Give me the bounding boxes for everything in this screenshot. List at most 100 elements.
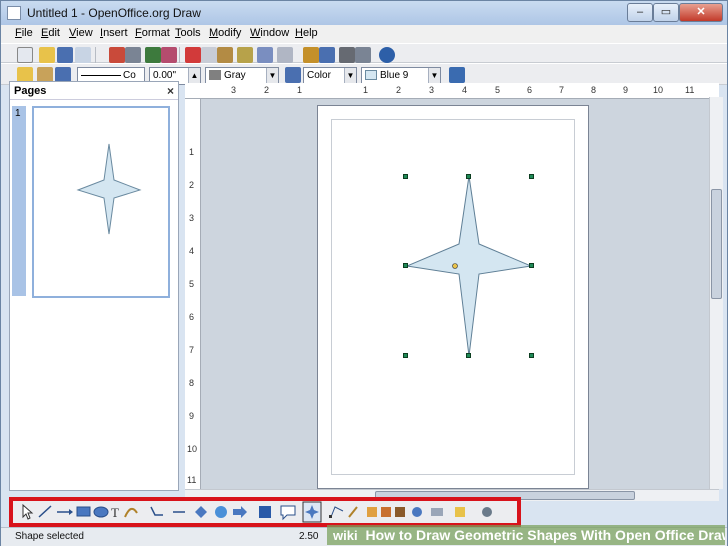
open-icon[interactable]	[39, 47, 55, 63]
area-icon[interactable]	[285, 67, 301, 83]
page-number: 1	[12, 106, 26, 296]
standard-toolbar	[1, 43, 727, 63]
drawing-workspace[interactable]: 3 2 1 1 2 3 4 5 6 7 8 9 10 11 1 2 3 4 5 …	[185, 83, 719, 489]
selection-handle[interactable]	[529, 263, 534, 268]
chart-icon[interactable]	[303, 47, 319, 63]
print-icon[interactable]	[125, 47, 141, 63]
scroll-thumb[interactable]	[711, 189, 722, 299]
pages-panel-header: Pages ×	[10, 82, 178, 100]
chevron-down-icon[interactable]: ▼	[428, 68, 440, 84]
block-arrows-icon	[233, 506, 247, 518]
menu-insert[interactable]: Insert	[100, 27, 128, 39]
menu-format[interactable]: Format	[135, 27, 170, 39]
text-icon: T	[111, 505, 119, 520]
copy-icon[interactable]	[201, 47, 217, 63]
connector-icon	[150, 506, 163, 516]
export-pdf-icon[interactable]	[109, 47, 125, 63]
menu-view[interactable]: View	[69, 27, 93, 39]
document-icon[interactable]	[75, 47, 91, 63]
cut-icon[interactable]	[185, 47, 201, 63]
selection-handle[interactable]	[403, 174, 408, 179]
ruler-tick: 5	[495, 85, 501, 95]
basic-shapes-icon	[195, 506, 207, 518]
blue-swatch	[365, 70, 377, 81]
ruler-tick: 6	[189, 312, 195, 322]
chevron-down-icon[interactable]: ▼	[266, 68, 278, 84]
pages-panel: Pages × 1	[9, 81, 179, 491]
close-button[interactable]: ✕	[679, 3, 723, 22]
help-icon[interactable]	[379, 47, 395, 63]
selection-handle[interactable]	[403, 353, 408, 358]
save-icon[interactable]	[57, 47, 73, 63]
chevron-down-icon[interactable]: ▼	[344, 68, 356, 84]
clone-formatting-icon[interactable]	[237, 47, 253, 63]
spinner-icon[interactable]: ▲	[188, 68, 200, 84]
separator	[95, 47, 96, 63]
gallery-icon	[395, 507, 405, 517]
paste-icon[interactable]	[217, 47, 233, 63]
zoom-icon[interactable]	[355, 47, 371, 63]
area-color-value: Blue 9	[380, 70, 409, 81]
page-thumbnail[interactable]	[32, 106, 170, 298]
gallery-icon[interactable]	[339, 47, 355, 63]
app-icon	[7, 6, 21, 20]
flowcharts-icon	[259, 506, 271, 518]
navigator-icon[interactable]	[319, 47, 335, 63]
ruler-tick: 1	[363, 85, 369, 95]
autospell-icon[interactable]	[161, 47, 177, 63]
vertical-ruler: 1 2 3 4 5 6 7 8 9 10 11	[185, 99, 201, 489]
spellcheck-icon[interactable]	[145, 47, 161, 63]
undo-icon[interactable]	[257, 47, 273, 63]
ruler-tick: 2	[264, 85, 270, 95]
ruler-tick: 3	[231, 85, 237, 95]
drawing-page[interactable]	[317, 105, 589, 489]
ruler-tick: 10	[653, 85, 664, 95]
app-window: Untitled 1 - OpenOffice.org Draw – ▭ ✕ F…	[0, 0, 728, 546]
title-bar: Untitled 1 - OpenOffice.org Draw – ▭ ✕	[1, 1, 727, 25]
ellipse-icon	[93, 506, 109, 518]
menu-edit[interactable]: Edit	[41, 27, 60, 39]
coordinate-readout: 2.50	[299, 531, 319, 542]
line-color-value: Gray	[224, 70, 246, 81]
menu-modify[interactable]: Modify	[209, 27, 241, 39]
rotate-icon	[412, 507, 422, 517]
selection-handle[interactable]	[466, 174, 471, 179]
watermark-text: How to Draw Geometric Shapes With Open O…	[365, 527, 725, 543]
thumbnail-star-icon	[76, 143, 142, 235]
from-file-icon	[381, 507, 391, 517]
extrusion-icon	[482, 507, 492, 517]
symbol-shapes-icon	[215, 506, 227, 518]
menu-help[interactable]: Help	[295, 27, 318, 39]
selection-handle[interactable]	[529, 353, 534, 358]
separator	[179, 47, 180, 63]
ruler-tick: 11	[187, 475, 197, 485]
selection-handle[interactable]	[403, 263, 408, 268]
callouts-icon	[280, 505, 296, 521]
new-icon[interactable]	[17, 47, 33, 63]
align-icon	[431, 508, 443, 516]
drawing-toolbar: T	[9, 497, 521, 527]
menu-tools[interactable]: Tools	[175, 27, 201, 39]
ruler-tick: 8	[591, 85, 597, 95]
drawing-tools-strip: T	[22, 501, 492, 523]
ruler-tick: 10	[187, 444, 198, 454]
selection-handle[interactable]	[466, 353, 471, 358]
watermark-logo: wiki	[333, 528, 358, 543]
maximize-button[interactable]: ▭	[653, 3, 679, 22]
line-icon	[38, 505, 52, 518]
star-shape-icon[interactable]	[318, 106, 590, 490]
menu-window[interactable]: Window	[250, 27, 289, 39]
ruler-tick: 2	[396, 85, 402, 95]
vertical-scrollbar[interactable]	[709, 97, 723, 489]
minimize-button[interactable]: –	[627, 3, 653, 22]
menu-file[interactable]: File	[15, 27, 33, 39]
close-pane-icon[interactable]: ×	[167, 84, 174, 98]
selection-handle[interactable]	[529, 174, 534, 179]
ruler-tick: 6	[527, 85, 533, 95]
select-arrow-icon	[22, 503, 34, 520]
rectangle-icon	[76, 506, 91, 517]
ruler-tick: 1	[297, 85, 303, 95]
shadow-icon[interactable]	[449, 67, 465, 83]
points-icon	[329, 506, 344, 518]
redo-icon[interactable]	[277, 47, 293, 63]
